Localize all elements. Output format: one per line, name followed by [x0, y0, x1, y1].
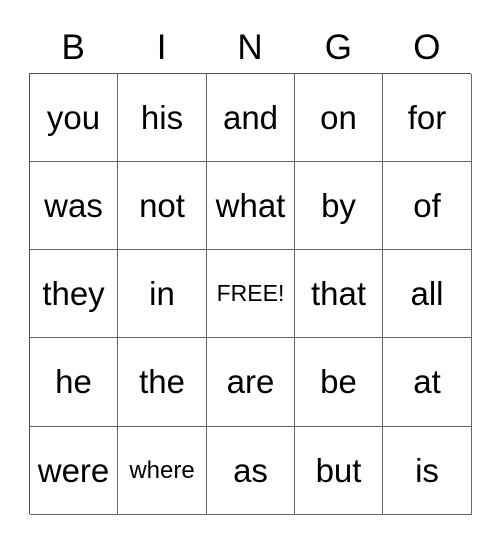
- bingo-cell[interactable]: not: [118, 162, 207, 250]
- bingo-cell[interactable]: are: [207, 338, 295, 427]
- header-letter-b: B: [61, 28, 85, 67]
- bingo-cell[interactable]: and: [207, 74, 295, 162]
- header-letter-g: G: [324, 28, 353, 67]
- bingo-cell[interactable]: as: [207, 427, 295, 515]
- bingo-cell[interactable]: that: [295, 250, 383, 338]
- bingo-cell[interactable]: but: [295, 427, 383, 515]
- bingo-card-grid: you his and on for was not what by of th…: [29, 73, 472, 515]
- bingo-cell[interactable]: his: [118, 74, 207, 162]
- bingo-cell[interactable]: was: [30, 162, 118, 250]
- bingo-cell[interactable]: of: [383, 162, 472, 250]
- bingo-cell[interactable]: by: [295, 162, 383, 250]
- bingo-header: B I N G O: [29, 26, 471, 70]
- header-letter-o: O: [413, 28, 441, 67]
- bingo-cell[interactable]: be: [295, 338, 383, 427]
- bingo-cell[interactable]: the: [118, 338, 207, 427]
- bingo-cell[interactable]: all: [383, 250, 472, 338]
- bingo-cell[interactable]: what: [207, 162, 295, 250]
- bingo-cell[interactable]: for: [383, 74, 472, 162]
- header-letter-i: I: [156, 28, 167, 67]
- bingo-cell[interactable]: they: [30, 250, 118, 338]
- bingo-cell[interactable]: where: [118, 427, 207, 515]
- bingo-cell[interactable]: he: [30, 338, 118, 427]
- bingo-cell[interactable]: you: [30, 74, 118, 162]
- bingo-cell[interactable]: is: [383, 427, 472, 515]
- bingo-cell[interactable]: at: [383, 338, 472, 427]
- bingo-cell[interactable]: were: [30, 427, 118, 515]
- header-letter-n: N: [237, 28, 263, 67]
- bingo-cell[interactable]: in: [118, 250, 207, 338]
- free-space-cell[interactable]: FREE!: [207, 250, 295, 338]
- bingo-cell[interactable]: on: [295, 74, 383, 162]
